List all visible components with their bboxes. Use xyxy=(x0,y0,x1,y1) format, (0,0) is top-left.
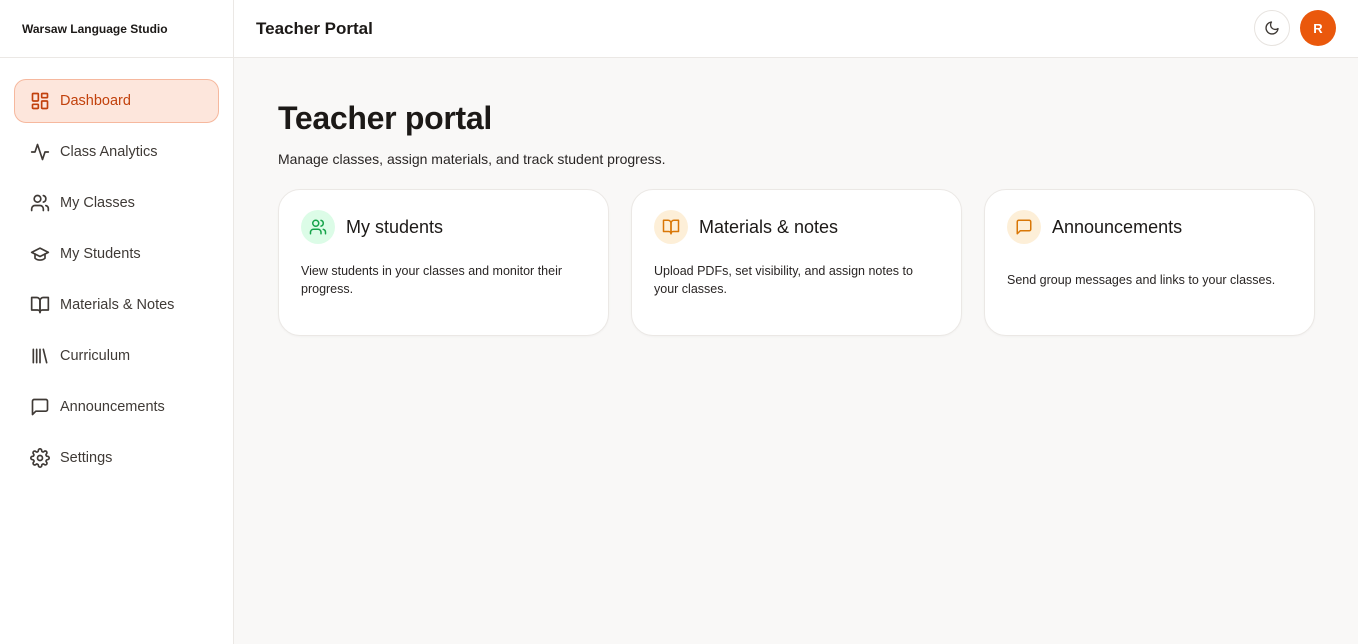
sidebar-item-my-classes[interactable]: My Classes xyxy=(14,181,219,225)
book-open-icon xyxy=(654,210,688,244)
sidebar-item-class-analytics[interactable]: Class Analytics xyxy=(14,130,219,174)
book-open-icon xyxy=(30,295,50,315)
card-materials-notes[interactable]: Materials & notes Upload PDFs, set visib… xyxy=(631,189,962,336)
sidebar-item-label: Announcements xyxy=(60,399,165,415)
sidebar-item-materials-notes[interactable]: Materials & Notes xyxy=(14,283,219,327)
header-title: Teacher Portal xyxy=(256,18,373,38)
card-announcements[interactable]: Announcements Send group messages and li… xyxy=(984,189,1315,336)
theme-toggle-button[interactable] xyxy=(1254,10,1290,46)
card-description: Upload PDFs, set visibility, and assign … xyxy=(654,264,913,296)
sidebar-item-label: Settings xyxy=(60,450,113,466)
brand-name: Warsaw Language Studio xyxy=(0,0,233,58)
card-title: Announcements xyxy=(1052,216,1183,237)
card-grid: My students View students in your classe… xyxy=(278,189,1315,336)
sidebar-item-label: Class Analytics xyxy=(60,144,158,160)
top-bar: Teacher Portal R xyxy=(234,0,1358,58)
activity-icon xyxy=(30,142,50,162)
sidebar-item-my-students[interactable]: My Students xyxy=(14,232,219,276)
gear-icon xyxy=(30,448,50,468)
page-title: Teacher portal xyxy=(278,100,492,136)
page-subtitle: Manage classes, assign materials, and tr… xyxy=(278,151,666,167)
graduation-cap-icon xyxy=(30,244,50,264)
sidebar-item-announcements[interactable]: Announcements xyxy=(14,385,219,429)
users-icon xyxy=(301,210,335,244)
sidebar: Warsaw Language Studio Dashboard Class A… xyxy=(0,0,234,644)
sidebar-item-label: Curriculum xyxy=(60,348,131,364)
card-description: Send group messages and links to your cl… xyxy=(1007,273,1276,287)
card-description: View students in your classes and monito… xyxy=(301,264,563,296)
dashboard-icon xyxy=(30,91,50,111)
sidebar-item-dashboard[interactable]: Dashboard xyxy=(14,79,219,123)
sidebar-item-label: My Classes xyxy=(60,195,135,211)
sidebar-nav: Dashboard Class Analytics My Classes My … xyxy=(0,58,233,480)
library-icon xyxy=(30,346,50,366)
sidebar-item-curriculum[interactable]: Curriculum xyxy=(14,334,219,378)
card-my-students[interactable]: My students View students in your classe… xyxy=(278,189,609,336)
card-title: My students xyxy=(346,216,444,237)
sidebar-item-settings[interactable]: Settings xyxy=(14,436,219,480)
sidebar-item-label: Materials & Notes xyxy=(60,297,175,313)
users-icon xyxy=(30,193,50,213)
sidebar-item-label: My Students xyxy=(60,246,141,262)
main-heading: Teacher portal Manage classes, assign ma… xyxy=(278,100,666,167)
message-square-icon xyxy=(1007,210,1041,244)
moon-icon xyxy=(1264,20,1280,36)
message-square-icon xyxy=(30,397,50,417)
card-title: Materials & notes xyxy=(699,216,839,237)
sidebar-item-label: Dashboard xyxy=(60,93,131,109)
avatar[interactable]: R xyxy=(1300,10,1336,46)
